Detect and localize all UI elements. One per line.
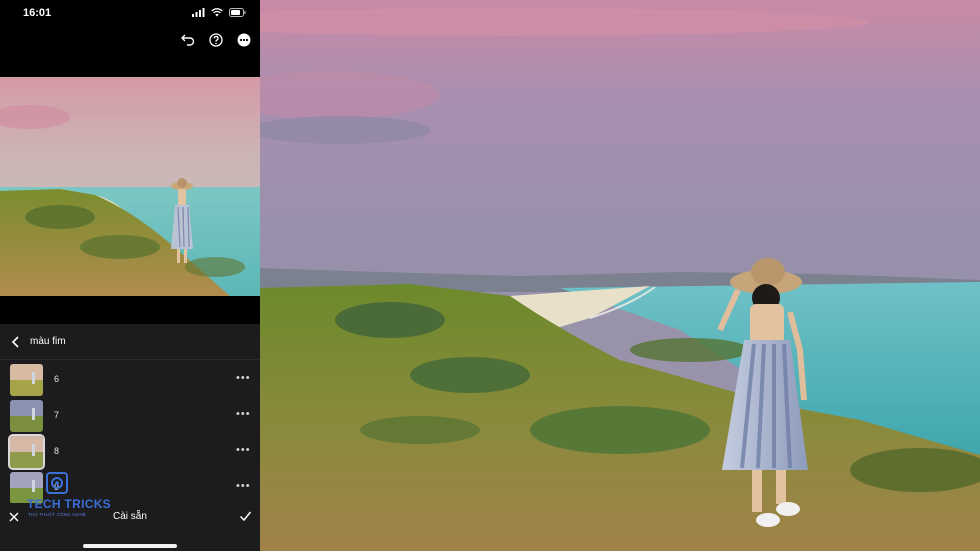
large-photo bbox=[260, 0, 980, 551]
landscape-image bbox=[260, 0, 980, 551]
presets-label: Cài sẵn bbox=[113, 511, 147, 522]
preview-image bbox=[0, 77, 260, 296]
status-bar: 16:01 bbox=[0, 0, 260, 28]
preset-row-2[interactable]: 7 ••• bbox=[0, 398, 260, 434]
phone-screen: 16:01 màu fim 6 ••• 7 ••• 8 ••• 9 ••• Cà… bbox=[0, 0, 260, 551]
home-indicator bbox=[83, 544, 177, 548]
watermark-subtitle: THỦ THUẬT CÔNG NGHỆ bbox=[28, 512, 87, 517]
help-button[interactable] bbox=[208, 32, 224, 48]
watermark-name: TECH TRICKS bbox=[27, 497, 111, 511]
wifi-icon bbox=[211, 8, 223, 17]
preset-thumbnail-selected bbox=[8, 434, 45, 470]
preset-label: 6 bbox=[54, 374, 60, 384]
preset-more-icon[interactable]: ••• bbox=[236, 480, 251, 492]
signal-icon bbox=[192, 8, 205, 17]
undo-button[interactable] bbox=[180, 32, 196, 48]
undo-icon bbox=[181, 34, 195, 46]
help-icon bbox=[209, 33, 223, 47]
watermark-logo-icon bbox=[46, 472, 68, 494]
preset-thumbnail bbox=[10, 400, 43, 432]
battery-icon bbox=[229, 8, 246, 17]
panel-header: màu fim bbox=[0, 324, 260, 360]
preset-label: 8 bbox=[54, 446, 60, 456]
preset-more-icon[interactable]: ••• bbox=[236, 372, 251, 384]
status-icons bbox=[192, 8, 246, 17]
panel-title: màu fim bbox=[30, 336, 66, 347]
close-icon[interactable] bbox=[8, 511, 20, 523]
back-icon[interactable] bbox=[9, 335, 23, 349]
preset-row-1[interactable]: 6 ••• bbox=[0, 362, 260, 398]
more-icon bbox=[237, 33, 251, 47]
photo-preview[interactable] bbox=[0, 77, 260, 296]
checkmark-icon[interactable] bbox=[239, 510, 252, 522]
preset-label: 7 bbox=[54, 410, 60, 420]
watermark: TECH TRICKS THỦ THUẬT CÔNG NGHỆ bbox=[25, 471, 111, 521]
preset-more-icon[interactable]: ••• bbox=[236, 444, 251, 456]
top-actions bbox=[180, 32, 252, 48]
preset-more-icon[interactable]: ••• bbox=[236, 408, 251, 420]
more-button[interactable] bbox=[236, 32, 252, 48]
preset-row-3[interactable]: 8 ••• bbox=[0, 434, 260, 470]
preset-thumbnail bbox=[10, 364, 43, 396]
status-time: 16:01 bbox=[23, 7, 52, 19]
